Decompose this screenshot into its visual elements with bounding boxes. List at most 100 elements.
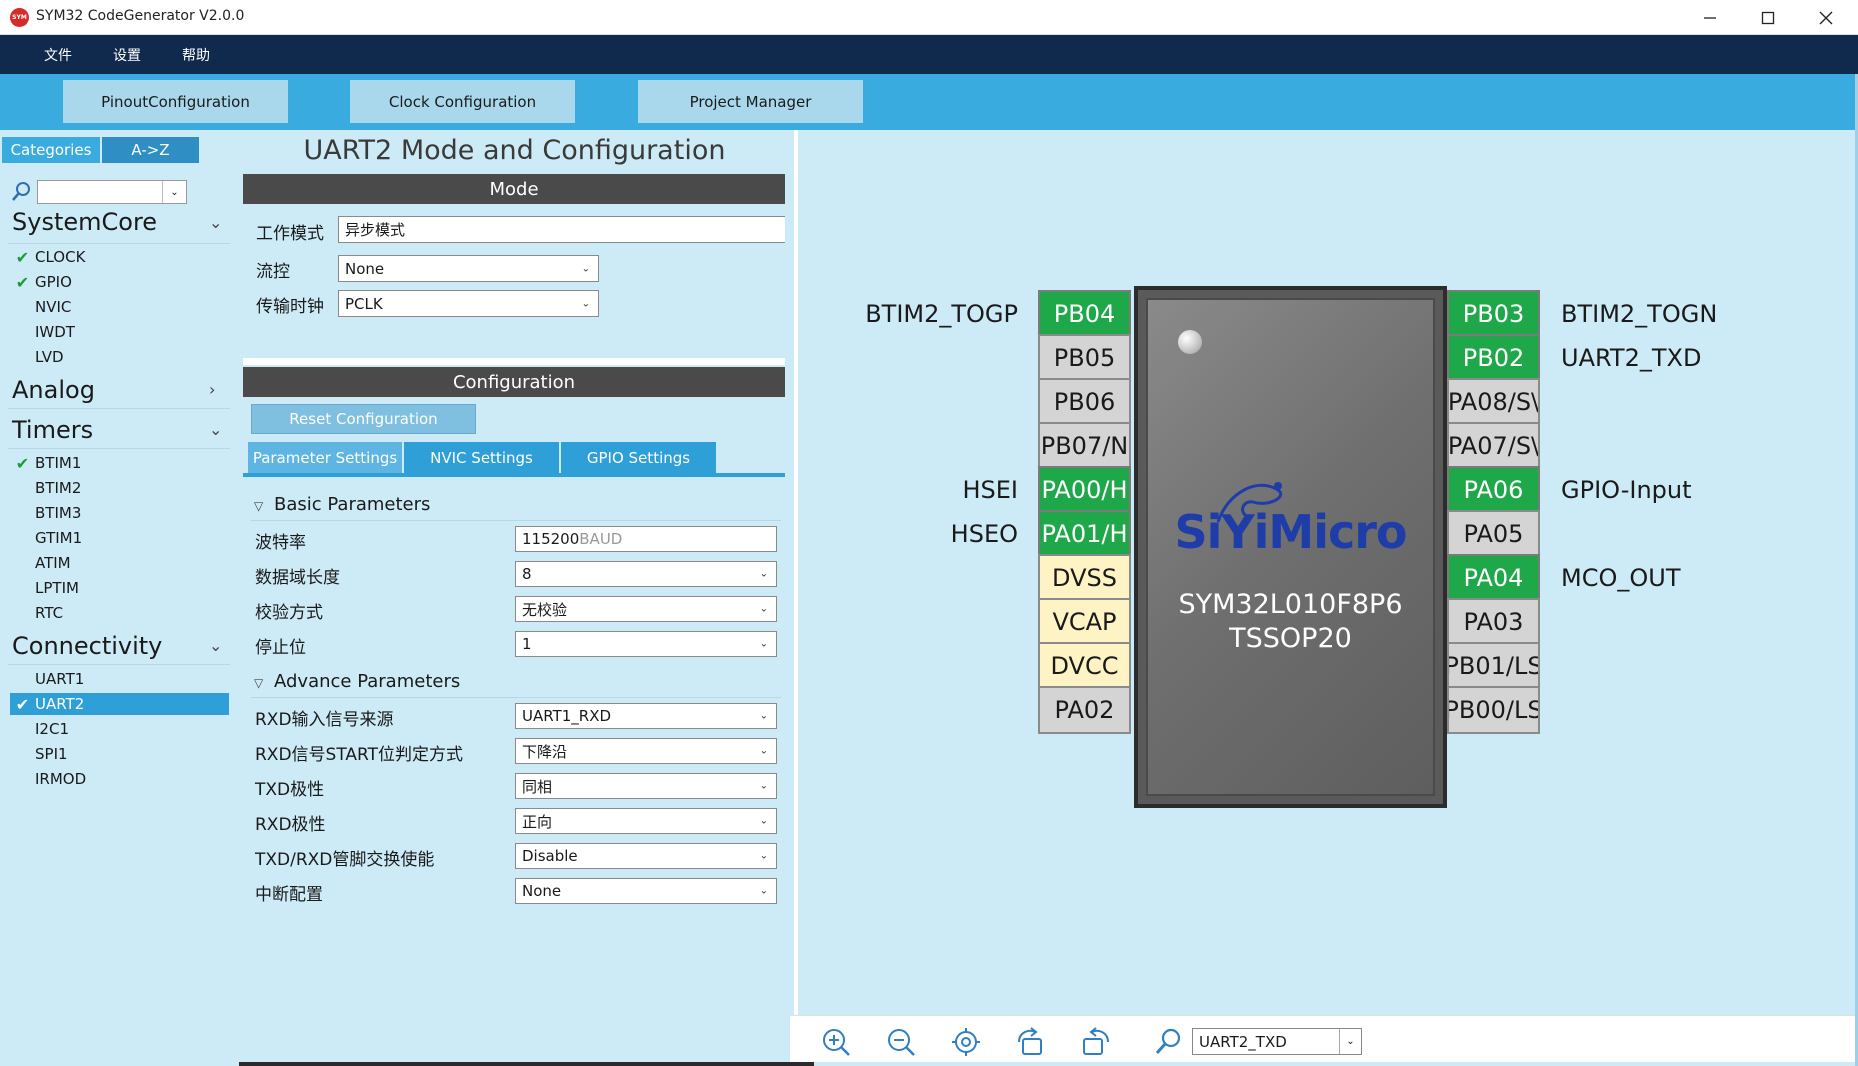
- pin-pb06[interactable]: PB06: [1038, 378, 1131, 426]
- parity-value: 无校验: [522, 600, 568, 619]
- minimize-icon: [1704, 16, 1716, 19]
- category-item-uart2[interactable]: ✔ UART2: [10, 693, 229, 715]
- maximize-button[interactable]: [1740, 0, 1796, 35]
- pin-dvss[interactable]: DVSS: [1038, 554, 1131, 602]
- rotate-right-icon[interactable]: [1015, 1026, 1047, 1058]
- reset-configuration-button[interactable]: Reset Configuration: [251, 404, 476, 434]
- category-item-btim2[interactable]: BTIM2: [10, 477, 229, 499]
- category-item-nvic[interactable]: NVIC: [10, 296, 229, 318]
- tab-pinout-configuration[interactable]: PinoutConfiguration: [63, 80, 288, 123]
- category-item-clock[interactable]: ✔ CLOCK: [10, 246, 229, 268]
- category-item-btim3[interactable]: BTIM3: [10, 502, 229, 524]
- category-item-gpio[interactable]: ✔ GPIO: [10, 271, 229, 293]
- category-item-i2c1[interactable]: I2C1: [10, 718, 229, 740]
- rxd-polarity-select[interactable]: 正向 ⌄: [515, 808, 777, 834]
- group-systemcore[interactable]: SystemCore: [12, 208, 157, 236]
- baud-rate-input[interactable]: 115200 BAUD: [515, 526, 777, 552]
- menu-file[interactable]: 文件: [44, 45, 72, 65]
- category-item-spi1[interactable]: SPI1: [10, 743, 229, 765]
- pin-pa04[interactable]: PA04: [1447, 554, 1540, 602]
- tab-gpio-settings[interactable]: GPIO Settings: [561, 442, 716, 473]
- pin-pa00-h[interactable]: PA00/H: [1038, 466, 1131, 514]
- interrupt-config-select[interactable]: None ⌄: [515, 878, 777, 904]
- category-item-uart1[interactable]: UART1: [10, 668, 229, 690]
- txd-polarity-value: 同相: [522, 777, 553, 796]
- group-timers[interactable]: Timers: [12, 416, 93, 444]
- pin-pb01-ls[interactable]: PB01/LS: [1447, 642, 1540, 690]
- pin-pa08-s[interactable]: PA08/S\: [1447, 378, 1540, 426]
- category-item-btim1[interactable]: ✔ BTIM1: [10, 452, 229, 474]
- txd-polarity-label: TXD极性: [255, 780, 325, 800]
- zoom-out-icon[interactable]: [885, 1026, 917, 1058]
- pin-pb03[interactable]: PB03: [1447, 290, 1540, 338]
- rotate-left-icon[interactable]: [1080, 1026, 1112, 1058]
- pin-pb00-ls[interactable]: PB00/LS: [1447, 686, 1540, 734]
- minimize-button[interactable]: [1682, 0, 1738, 35]
- category-item-iwdt[interactable]: IWDT: [10, 321, 229, 343]
- pin-pa06[interactable]: PA06: [1447, 466, 1540, 514]
- tab-clock-configuration[interactable]: Clock Configuration: [350, 80, 575, 123]
- category-item-label: IWDT: [35, 323, 75, 341]
- group-analog[interactable]: Analog: [12, 376, 95, 404]
- search-icon[interactable]: [1153, 1026, 1185, 1058]
- work-mode-select[interactable]: 异步模式: [338, 216, 785, 243]
- tab-nvic-settings[interactable]: NVIC Settings: [404, 442, 559, 473]
- scrollbar-thumb[interactable]: [239, 1062, 814, 1066]
- basic-parameters-group[interactable]: ▽ Basic Parameters: [254, 494, 430, 515]
- tab-parameter-settings[interactable]: Parameter Settings: [248, 442, 402, 473]
- advance-parameters-group[interactable]: ▽ Advance Parameters: [254, 671, 460, 692]
- pin-pa02[interactable]: PA02: [1038, 686, 1131, 734]
- chevron-down-icon[interactable]: ⌄: [209, 213, 222, 232]
- menu-settings[interactable]: 设置: [113, 45, 141, 65]
- pin-pa01-h[interactable]: PA01/H: [1038, 510, 1131, 558]
- txd-polarity-select[interactable]: 同相 ⌄: [515, 773, 777, 799]
- pin-pb04[interactable]: PB04: [1038, 290, 1131, 338]
- rxd-start-mode-select[interactable]: 下降沿 ⌄: [515, 738, 777, 764]
- flow-control-select[interactable]: None ⌄: [338, 255, 599, 282]
- pin-pb07-n[interactable]: PB07/N: [1038, 422, 1131, 470]
- category-item-irmod[interactable]: IRMOD: [10, 768, 229, 790]
- pin-pb02[interactable]: PB02: [1447, 334, 1540, 382]
- transfer-clock-value: PCLK: [345, 294, 383, 313]
- chevron-down-icon[interactable]: ⌄: [162, 181, 186, 203]
- chevron-down-icon[interactable]: ⌄: [209, 420, 222, 439]
- tab-project-manager[interactable]: Project Manager: [638, 80, 863, 123]
- rxd-start-mode-label: RXD信号START位判定方式: [255, 745, 463, 765]
- group-connectivity[interactable]: Connectivity: [12, 632, 162, 660]
- pin-swap-select[interactable]: Disable ⌄: [515, 843, 777, 869]
- pin-dvcc[interactable]: DVCC: [1038, 642, 1131, 690]
- chip-logo: SiYiMicro: [1174, 505, 1407, 559]
- chevron-down-icon: ⌄: [759, 710, 768, 722]
- category-item-lvd[interactable]: LVD: [10, 346, 229, 368]
- stop-bits-select[interactable]: 1 ⌄: [515, 631, 777, 657]
- tab-a-to-z[interactable]: A->Z: [102, 137, 199, 163]
- chevron-down-icon[interactable]: ⌄: [1339, 1029, 1361, 1054]
- configuration-section-header: Configuration: [243, 367, 785, 397]
- pin-search-input[interactable]: UART2_TXD ⌄: [1192, 1028, 1362, 1055]
- pin-pa05[interactable]: PA05: [1447, 510, 1540, 558]
- rxd-source-value: UART1_RXD: [522, 707, 612, 725]
- category-item-rtc[interactable]: RTC: [10, 602, 229, 624]
- rxd-source-select[interactable]: UART1_RXD ⌄: [515, 703, 777, 729]
- menu-help[interactable]: 帮助: [182, 45, 210, 65]
- transfer-clock-label: 传输时钟: [256, 297, 324, 317]
- category-item-lptim[interactable]: LPTIM: [10, 577, 229, 599]
- chevron-right-icon[interactable]: ›: [209, 380, 215, 399]
- chevron-down-icon: ⌄: [759, 850, 768, 862]
- category-item-label: IRMOD: [35, 770, 87, 788]
- fit-icon[interactable]: [950, 1026, 982, 1058]
- parity-select[interactable]: 无校验 ⌄: [515, 596, 777, 622]
- pin-vcap[interactable]: VCAP: [1038, 598, 1131, 646]
- category-search-input[interactable]: ⌄: [37, 180, 187, 204]
- pin-pb05[interactable]: PB05: [1038, 334, 1131, 382]
- zoom-in-icon[interactable]: [820, 1026, 852, 1058]
- category-item-gtim1[interactable]: GTIM1: [10, 527, 229, 549]
- chevron-down-icon[interactable]: ⌄: [209, 636, 222, 655]
- category-item-atim[interactable]: ATIM: [10, 552, 229, 574]
- data-length-select[interactable]: 8 ⌄: [515, 561, 777, 587]
- pin-pa07-s[interactable]: PA07/S\: [1447, 422, 1540, 470]
- tab-categories[interactable]: Categories: [2, 137, 100, 163]
- transfer-clock-select[interactable]: PCLK ⌄: [338, 290, 599, 317]
- close-button[interactable]: [1798, 0, 1854, 35]
- pin-pa03[interactable]: PA03: [1447, 598, 1540, 646]
